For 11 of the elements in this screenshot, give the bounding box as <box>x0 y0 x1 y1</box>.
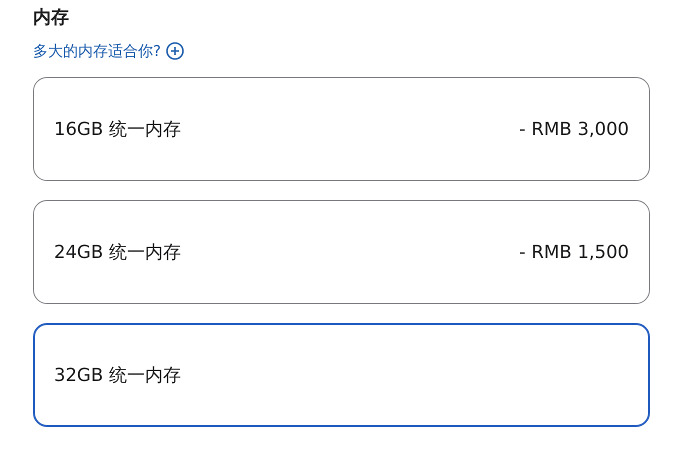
option-label: 16GB 统一内存 <box>54 118 181 142</box>
memory-option[interactable]: 16GB 统一内存 - RMB 3,000 <box>33 77 650 181</box>
plus-circle-icon <box>166 42 184 60</box>
help-link[interactable]: 多大的内存适合你? <box>33 40 184 62</box>
memory-option[interactable]: 24GB 统一内存 - RMB 1,500 <box>33 200 650 304</box>
option-label: 24GB 统一内存 <box>54 240 181 264</box>
option-label: 32GB 统一内存 <box>54 364 181 388</box>
memory-option[interactable]: 32GB 统一内存 <box>33 323 650 427</box>
section-title: 内存 <box>33 6 70 30</box>
option-price: - RMB 3,000 <box>519 118 629 142</box>
option-price: - RMB 1,500 <box>519 240 629 264</box>
